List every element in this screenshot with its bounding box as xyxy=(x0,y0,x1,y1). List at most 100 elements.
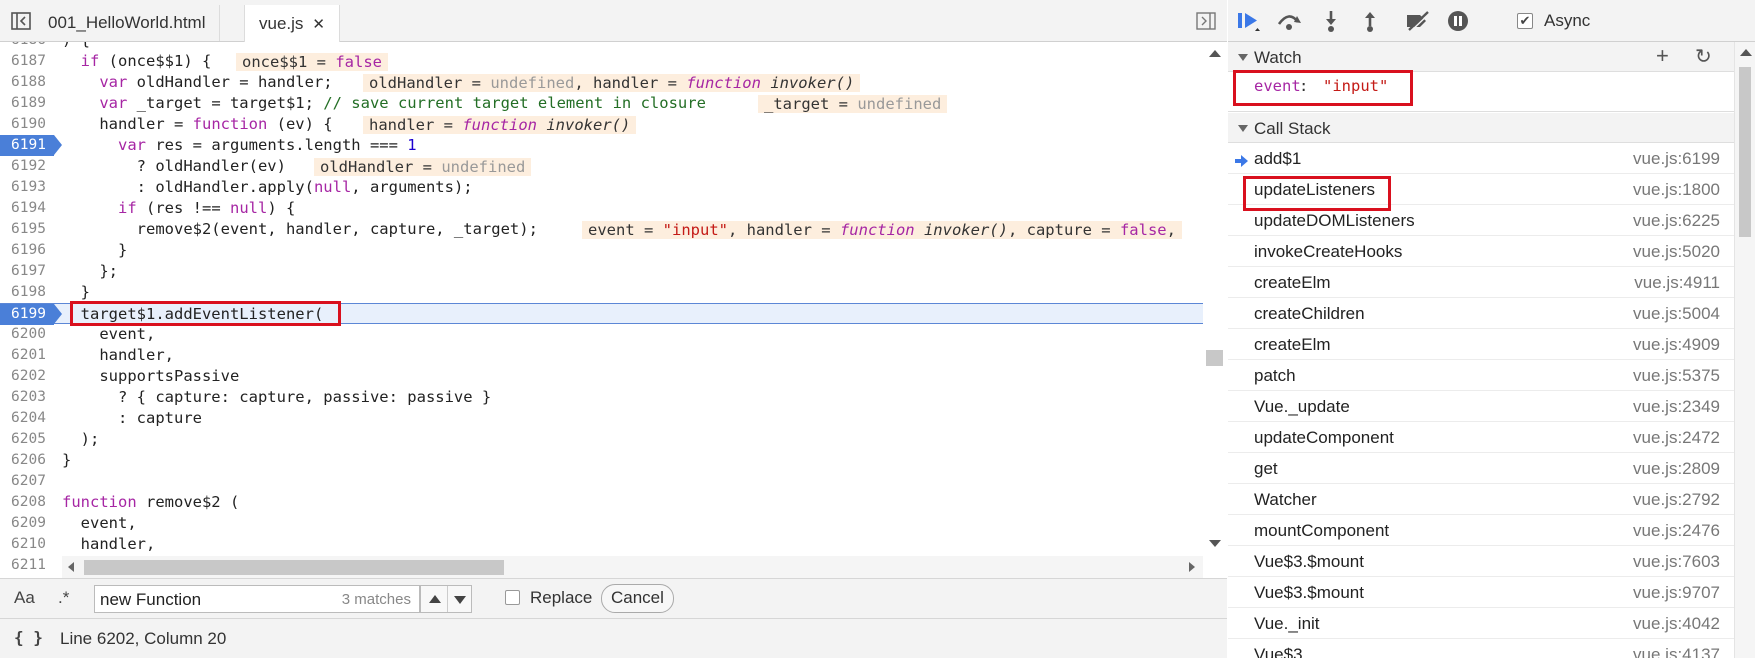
resume-button[interactable] xyxy=(1234,8,1264,34)
code-line: 6194 if (res !== null) { xyxy=(0,198,1203,219)
call-frame[interactable]: get vue.js:2809 xyxy=(1228,453,1734,484)
line-number: 6192 xyxy=(11,158,46,174)
expand-triangle-icon xyxy=(1238,54,1248,61)
code-line: 6201 handler, xyxy=(0,345,1203,366)
refresh-icon[interactable]: ↻ xyxy=(1695,44,1712,69)
pretty-print-icon[interactable]: { } xyxy=(14,628,43,647)
breakpoint-marker[interactable]: 6199 xyxy=(0,304,62,325)
deactivate-breakpoints-button[interactable] xyxy=(1403,8,1433,34)
call-frame[interactable]: Vue$3.$mount vue.js:9707 xyxy=(1228,577,1734,608)
resume-icon xyxy=(1238,13,1260,31)
vertical-scrollbar[interactable] xyxy=(1203,42,1227,578)
code-line: 6200 event, xyxy=(0,324,1203,345)
code-line: 6186 ) { xyxy=(0,42,1203,51)
call-frame-name: Watcher xyxy=(1254,490,1317,509)
line-number: 6187 xyxy=(11,53,46,69)
tab-vue-js[interactable]: vue.js ✕ xyxy=(244,5,340,42)
current-frame-arrow-icon xyxy=(1235,152,1249,172)
step-into-button[interactable] xyxy=(1316,8,1346,34)
search-nav xyxy=(420,585,472,613)
pause-on-exceptions-button[interactable] xyxy=(1443,8,1473,34)
call-frame[interactable]: Vue._init vue.js:4042 xyxy=(1228,608,1734,639)
scroll-right-icon[interactable] xyxy=(1189,562,1195,572)
add-watch-icon[interactable]: + xyxy=(1656,43,1669,69)
step-over-button[interactable] xyxy=(1274,8,1304,34)
call-frame-location: vue.js:6199 xyxy=(1633,149,1720,168)
call-frame-name: updateComponent xyxy=(1254,428,1394,447)
call-frame[interactable]: add$1 vue.js:6199 xyxy=(1228,143,1734,174)
step-out-button[interactable] xyxy=(1355,8,1385,34)
search-next-button[interactable] xyxy=(454,596,466,604)
call-frame[interactable]: createElm vue.js:4911 xyxy=(1228,267,1734,298)
code-line: 6203 ? { capture: capture, passive: pass… xyxy=(0,387,1203,408)
call-stack-section-header[interactable]: Call Stack xyxy=(1228,113,1734,143)
tab-001-helloworld[interactable]: 001_HelloWorld.html xyxy=(34,5,221,41)
async-checkbox[interactable]: ✔ xyxy=(1517,13,1533,29)
call-frame-name: mountComponent xyxy=(1254,521,1390,540)
breakpoint-marker[interactable]: 6191 xyxy=(0,135,62,156)
current-execution-line: 6199 target$1.addEventListener( xyxy=(0,303,1203,325)
code-line: 6197 }; xyxy=(0,261,1203,282)
call-frame-location: vue.js:5375 xyxy=(1633,366,1720,385)
call-frame[interactable]: updateListeners vue.js:1800 xyxy=(1228,174,1734,205)
debugger-toolbar: ✔ Async xyxy=(1228,0,1755,42)
call-frame-location: vue.js:7603 xyxy=(1633,552,1720,571)
toggle-debugger-button[interactable] xyxy=(1193,8,1219,34)
call-frame[interactable]: createElm vue.js:4909 xyxy=(1228,329,1734,360)
inline-value: event = "input", handler = function invo… xyxy=(582,221,1182,239)
code-line: 6188 var oldHandler = handler; oldHandle… xyxy=(0,72,1203,93)
code-line: 6193 : oldHandler.apply(null, arguments)… xyxy=(0,177,1203,198)
scroll-down-icon[interactable] xyxy=(1209,540,1221,547)
call-frame-location: vue.js:2792 xyxy=(1633,490,1720,509)
close-icon[interactable]: ✕ xyxy=(312,15,325,33)
call-frame[interactable]: updateDOMListeners vue.js:6225 xyxy=(1228,205,1734,236)
line-number: 6189 xyxy=(11,95,46,111)
watch-section-header[interactable]: Watch + ↻ xyxy=(1228,42,1734,72)
call-frame-location: vue.js:2476 xyxy=(1633,521,1720,540)
vertical-scroll-thumb[interactable] xyxy=(1206,350,1223,366)
call-stack-title: Call Stack xyxy=(1254,119,1331,138)
regex-toggle[interactable]: .* xyxy=(58,588,69,608)
call-frame[interactable]: Vue$3 vue.js:4137 xyxy=(1228,639,1734,658)
line-number: 6208 xyxy=(11,494,46,510)
call-frame[interactable]: Watcher vue.js:2792 xyxy=(1228,484,1734,515)
call-frame[interactable]: mountComponent vue.js:2476 xyxy=(1228,515,1734,546)
watch-colon: : xyxy=(1299,77,1309,95)
cursor-position: Line 6202, Column 20 xyxy=(60,629,227,648)
sidebar-scroll-thumb[interactable] xyxy=(1739,67,1751,237)
call-frame-name: Vue$3 xyxy=(1254,645,1303,658)
toggle-navigator-button[interactable] xyxy=(8,8,34,34)
code-viewport[interactable]: 6186 ) { 6187 if (once$$1) { once$$1 = f… xyxy=(0,42,1203,578)
call-frame-location: vue.js:4137 xyxy=(1633,645,1720,658)
line-number: 6201 xyxy=(11,347,46,363)
horizontal-scroll-thumb[interactable] xyxy=(84,560,504,575)
match-case-toggle[interactable]: Aa xyxy=(14,588,35,608)
search-previous-button[interactable] xyxy=(429,595,441,603)
scroll-up-icon[interactable] xyxy=(1740,49,1752,56)
call-frame[interactable]: invokeCreateHooks vue.js:5020 xyxy=(1228,236,1734,267)
call-frame[interactable]: Vue._update vue.js:2349 xyxy=(1228,391,1734,422)
inline-value: oldHandler = undefined, handler = functi… xyxy=(363,74,861,92)
line-number: 6207 xyxy=(11,473,46,489)
scroll-up-icon[interactable] xyxy=(1209,50,1221,57)
call-frame[interactable]: patch vue.js:5375 xyxy=(1228,360,1734,391)
cancel-button[interactable]: Cancel xyxy=(601,584,674,613)
code-line: 6191 var res = arguments.length === 1 xyxy=(0,135,1203,156)
call-frame[interactable]: updateComponent vue.js:2472 xyxy=(1228,422,1734,453)
replace-checkbox[interactable] xyxy=(505,590,520,605)
status-bar: { } Line 6202, Column 20 xyxy=(0,618,1227,658)
scroll-left-icon[interactable] xyxy=(68,562,74,572)
code-line: 6207 xyxy=(0,471,1203,492)
line-number: 6198 xyxy=(11,284,46,300)
call-frame-name: createElm xyxy=(1254,335,1331,354)
search-input[interactable]: new Function 3 matches xyxy=(94,585,420,613)
line-number: 6186 xyxy=(0,42,54,51)
sidebar-vertical-scrollbar[interactable] xyxy=(1734,42,1755,658)
call-frame[interactable]: Vue$3.$mount vue.js:7603 xyxy=(1228,546,1734,577)
call-frame[interactable]: createChildren vue.js:5004 xyxy=(1228,298,1734,329)
code-line: 6192 ? oldHandler(ev) oldHandler = undef… xyxy=(0,156,1203,177)
watch-expression-row[interactable]: event : "input" xyxy=(1228,72,1734,112)
expand-triangle-icon xyxy=(1238,125,1248,132)
call-frame-location: vue.js:9707 xyxy=(1633,583,1720,602)
horizontal-scrollbar[interactable] xyxy=(62,556,1203,578)
